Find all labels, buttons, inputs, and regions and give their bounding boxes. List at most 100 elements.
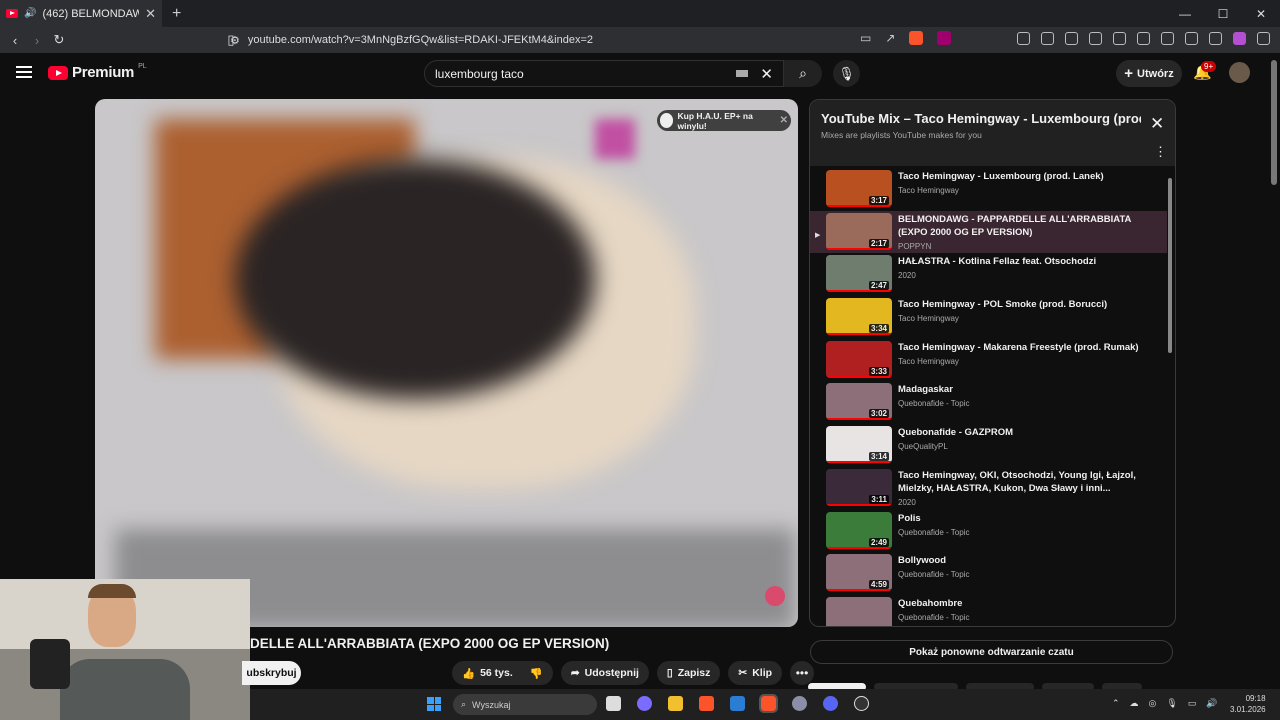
share-icon[interactable]: ↗: [885, 31, 895, 45]
copilot-icon[interactable]: [637, 696, 652, 711]
subscribe-button[interactable]: ubskrybuj: [242, 661, 301, 685]
product-promo-chip[interactable]: Kup H.A.U. EP+ na winylu! ✕: [657, 110, 791, 131]
save-button[interactable]: ▯ Zapisz: [656, 661, 721, 685]
close-promo-icon[interactable]: ✕: [780, 115, 788, 126]
playlist-item-title[interactable]: Quebonafide - GAZPROM: [898, 426, 1143, 439]
close-window-button[interactable]: ✕: [1242, 0, 1280, 27]
playlist-scrollbar[interactable]: [1167, 168, 1173, 626]
playlist-item-title[interactable]: Taco Hemingway - Makarena Freestyle (pro…: [898, 341, 1143, 354]
voice-search-button[interactable]: 🎙: [833, 60, 860, 87]
obs-icon[interactable]: [854, 696, 869, 711]
create-button[interactable]: + Utwórz: [1116, 60, 1182, 87]
more-actions-button[interactable]: •••: [790, 661, 815, 685]
playlist-item-title[interactable]: Quebahombre: [898, 597, 1143, 610]
channel-watermark-icon[interactable]: [765, 586, 785, 606]
playlist-item[interactable]: 2:47 HAŁASTRA - Kotlina Fellaz feat. Otso…: [810, 253, 1167, 296]
back-button[interactable]: ‹: [4, 33, 26, 48]
playlist-item[interactable]: 3:11 Taco Hemingway, OKI, Otsochodzi, You…: [810, 467, 1167, 510]
forward-button[interactable]: ›: [26, 33, 48, 48]
playlist-item[interactable]: 4:59 Bollywood Quebonafide - Topic: [810, 552, 1167, 595]
search-button[interactable]: ⌕: [784, 60, 822, 87]
video-thumbnail[interactable]: 3:17: [826, 170, 892, 207]
extension-icon[interactable]: [1017, 32, 1030, 45]
search-box[interactable]: luxembourg taco ✕: [424, 60, 784, 87]
video-thumbnail[interactable]: 3:33: [826, 340, 892, 378]
clear-search-icon[interactable]: ✕: [760, 65, 773, 83]
playlist-title[interactable]: YouTube Mix – Taco Hemingway - Luxembour…: [821, 111, 1141, 126]
playlist-item-title[interactable]: Taco Hemingway - POL Smoke (prod. Borucc…: [898, 298, 1143, 311]
playlist-menu-icon[interactable]: ⋮: [1154, 144, 1167, 160]
brave-shields-icon[interactable]: [909, 31, 924, 45]
video-thumbnail[interactable]: [826, 596, 892, 626]
maximize-button[interactable]: ☐: [1204, 0, 1242, 27]
avatar[interactable]: [1229, 62, 1250, 83]
brave-active-icon[interactable]: [759, 694, 778, 713]
puzzle-icon[interactable]: [1041, 32, 1054, 45]
video-thumbnail[interactable]: 2:47: [826, 255, 892, 293]
audio-icon[interactable]: 🔊: [24, 8, 36, 19]
wallet-icon[interactable]: [1161, 32, 1174, 45]
share-button[interactable]: ➦ Udostępnij: [560, 661, 649, 685]
taskbar-search[interactable]: ⌕ Wyszukaj: [453, 694, 597, 715]
video-player[interactable]: [95, 99, 798, 627]
video-thumbnail[interactable]: 3:14: [826, 426, 892, 464]
video-thumbnail[interactable]: 2:17: [826, 212, 892, 250]
video-thumbnail[interactable]: 3:02: [826, 383, 892, 421]
media-icon[interactable]: [1113, 32, 1126, 45]
playlist-item[interactable]: 3:33 Taco Hemingway - Makarena Freestyle …: [810, 339, 1167, 382]
video-thumbnail[interactable]: 3:34: [826, 298, 892, 336]
leo-icon[interactable]: [1185, 32, 1198, 45]
video-thumbnail[interactable]: 4:59: [826, 554, 892, 592]
file-explorer-icon[interactable]: [668, 696, 683, 711]
playlist-item[interactable]: 3:17 Taco Hemingway - Luxembourg (prod. L…: [810, 168, 1167, 211]
menu-icon[interactable]: [1257, 32, 1270, 45]
search-input[interactable]: luxembourg taco: [435, 67, 736, 81]
tray-chevron-icon[interactable]: ⌃: [1112, 698, 1120, 709]
playlist-item[interactable]: 2:49 Polis Quebonafide - Topic: [810, 510, 1167, 553]
video-thumbnail[interactable]: 2:49: [826, 511, 892, 549]
keyboard-icon[interactable]: [736, 70, 749, 77]
playlist-item[interactable]: 3:14 Quebonafide - GAZPROM QueQualityPL: [810, 424, 1167, 467]
reload-button[interactable]: ↻: [48, 32, 70, 48]
youtube-logo[interactable]: Premium PL: [48, 63, 147, 81]
dislike-icon[interactable]: 👎: [530, 667, 543, 680]
chat-replay-button[interactable]: Pokaż ponowne odtwarzanie czatu: [810, 640, 1173, 664]
hamburger-menu-icon[interactable]: [16, 66, 32, 78]
network-icon[interactable]: ◎: [1149, 698, 1157, 709]
playlist-item[interactable]: ▶ 2:17 BELMONDAWG - PAPPARDELLE ALL'ARRABB…: [810, 210, 1167, 254]
sidebar-icon[interactable]: [1137, 32, 1150, 45]
minimize-button[interactable]: —: [1166, 0, 1204, 27]
close-tab-icon[interactable]: ✕: [145, 6, 156, 22]
page-scrollbar[interactable]: [1271, 60, 1277, 185]
taskbar-clock[interactable]: 09:18 3.01.2026: [1230, 693, 1266, 715]
playlist-item[interactable]: 3:02 Madagaskar Quebonafide - Topic: [810, 381, 1167, 424]
playlist-item-title[interactable]: Taco Hemingway - Luxembourg (prod. Lanek…: [898, 170, 1143, 183]
playlist-item-title[interactable]: Polis: [898, 512, 1143, 525]
brave-browser-icon[interactable]: [699, 696, 714, 711]
site-settings-icon[interactable]: ⚙: [230, 34, 240, 47]
display-icon[interactable]: ▭: [1188, 698, 1197, 709]
clip-button[interactable]: ✂ Klip: [728, 661, 783, 685]
cloud-icon[interactable]: ☁: [1130, 698, 1139, 709]
playlist-item-title[interactable]: HAŁASTRA - Kotlina Fellaz feat. Otsochod…: [898, 255, 1143, 268]
windows-start-icon[interactable]: [427, 697, 441, 711]
profile-icon[interactable]: [1233, 32, 1246, 45]
playlist-item-title[interactable]: Madagaskar: [898, 383, 1143, 396]
new-tab-button[interactable]: +: [172, 5, 181, 23]
like-button[interactable]: 👍 56 tys. 👎: [452, 661, 553, 685]
playlist-item[interactable]: Quebahombre Quebonafide - Topic: [810, 595, 1167, 626]
settings-gear-icon[interactable]: [792, 696, 807, 711]
discord-icon[interactable]: [823, 696, 838, 711]
screenshot-icon[interactable]: [1065, 32, 1078, 45]
playlist-item-title[interactable]: Bollywood: [898, 554, 1143, 567]
store-icon[interactable]: [730, 696, 745, 711]
brave-rewards-icon[interactable]: [937, 31, 952, 45]
download-icon[interactable]: [1089, 32, 1102, 45]
volume-icon[interactable]: 🔊: [1206, 698, 1217, 709]
video-thumbnail[interactable]: 3:11: [826, 468, 892, 506]
task-view-icon[interactable]: [606, 696, 621, 711]
playlist-item-title[interactable]: Taco Hemingway, OKI, Otsochodzi, Young I…: [898, 469, 1143, 495]
mic-tray-icon[interactable]: 🎙: [1166, 698, 1177, 709]
vpn-icon[interactable]: [1209, 32, 1222, 45]
playlist-item[interactable]: 3:34 Taco Hemingway - POL Smoke (prod. Bo…: [810, 296, 1167, 339]
